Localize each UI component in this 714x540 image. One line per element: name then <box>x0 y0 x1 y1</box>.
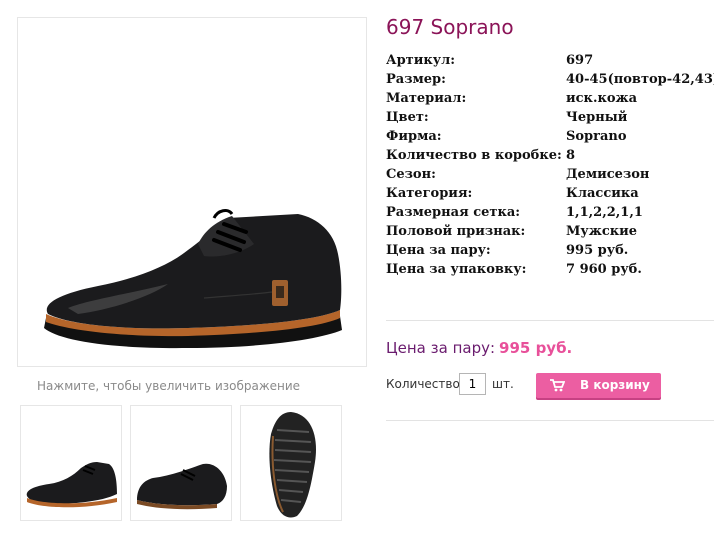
divider <box>386 320 714 321</box>
zoom-hint-text: Нажмите, чтобы увеличить изображение <box>37 379 301 393</box>
spec-label: Фирма: <box>386 129 442 144</box>
product-title: 697 Soprano <box>386 15 514 39</box>
divider <box>386 420 714 421</box>
spec-row: Цена за упаковку: 7 960 руб. <box>386 262 714 281</box>
spec-row: Цена за пару: 995 руб. <box>386 243 714 262</box>
cart-icon <box>549 378 566 395</box>
spec-row: Категория: Классика <box>386 186 714 205</box>
spec-label: Категория: <box>386 186 473 201</box>
spec-label: Количество в коробке: <box>386 148 562 163</box>
add-to-cart-button[interactable]: В корзину <box>536 373 661 398</box>
spec-label: Цена за пару: <box>386 243 491 258</box>
spec-row: Цвет: Черный <box>386 110 714 129</box>
spec-row: Количество в коробке: 8 <box>386 148 714 167</box>
spec-value: 1,1,2,2,1,1 <box>566 205 643 220</box>
spec-row: Размер: 40-45(повтор-42,43) <box>386 72 714 91</box>
spec-label: Цвет: <box>386 110 429 125</box>
thumbnail-back-view[interactable] <box>130 405 232 521</box>
spec-value: 7 960 руб. <box>566 262 642 277</box>
spec-value: Мужские <box>566 224 638 239</box>
spec-value: Soprano <box>566 129 627 144</box>
thumbnail-sole-view[interactable] <box>240 405 342 521</box>
main-product-image[interactable] <box>17 17 367 367</box>
spec-value: иск.кожа <box>566 91 638 106</box>
spec-value: Черный <box>566 110 628 125</box>
spec-row: Половой признак: Мужские <box>386 224 714 243</box>
spec-value: Классика <box>566 186 639 201</box>
price-amount: 995 руб. <box>499 339 573 357</box>
spec-label: Сезон: <box>386 167 436 182</box>
spec-label: Половой признак: <box>386 224 526 239</box>
spec-value: 697 <box>566 53 594 68</box>
price-per-pair: Цена за пару: 995 руб. <box>386 339 572 357</box>
add-to-cart-label: В корзину <box>580 378 650 392</box>
quantity-label: Количество <box>386 377 460 391</box>
spec-row: Фирма: Soprano <box>386 129 714 148</box>
quantity-input[interactable] <box>459 373 486 395</box>
spec-row: Сезон: Демисезон <box>386 167 714 186</box>
spec-row: Артикул: 697 <box>386 53 714 72</box>
spec-label: Размерная сетка: <box>386 205 521 220</box>
spec-label: Артикул: <box>386 53 456 68</box>
quantity-unit: шт. <box>492 377 514 391</box>
spec-value: Демисезон <box>566 167 650 182</box>
product-specs: Артикул: 697 Размер: 40-45(повтор-42,43) Мат… <box>386 53 714 281</box>
spec-label: Материал: <box>386 91 467 106</box>
spec-value: 995 руб. <box>566 243 629 258</box>
spec-label: Размер: <box>386 72 446 87</box>
spec-value: 40-45(повтор-42,43) <box>566 72 714 87</box>
spec-value: 8 <box>566 148 576 163</box>
thumbnail-side-view[interactable] <box>20 405 122 521</box>
spec-row: Размерная сетка: 1,1,2,2,1,1 <box>386 205 714 224</box>
price-label: Цена за пару: <box>386 339 496 357</box>
spec-row: Материал: иск.кожа <box>386 91 714 110</box>
shoe-side-illustration <box>44 209 342 349</box>
spec-label: Цена за упаковку: <box>386 262 527 277</box>
